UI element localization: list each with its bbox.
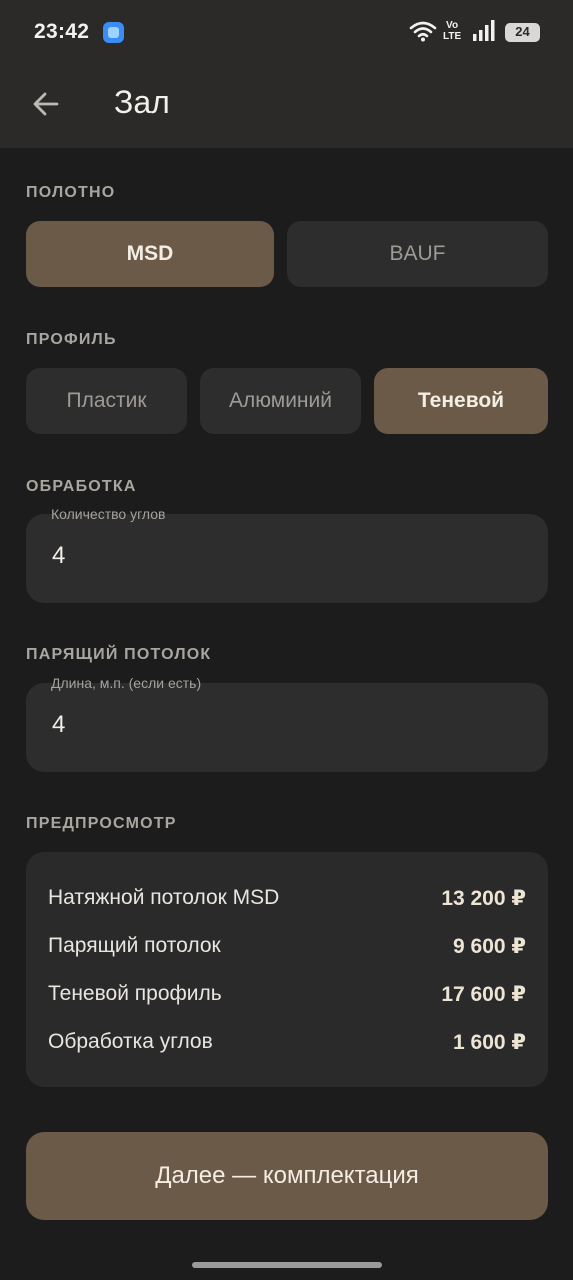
profile-option-plastic[interactable]: Пластик [26, 368, 187, 434]
status-bar: 23:42 Vo LTE 24 [0, 0, 573, 64]
back-button[interactable] [26, 84, 66, 124]
corners-count-value: 4 [52, 542, 66, 569]
preview-item-price: 1 600 ₽ [453, 1030, 526, 1054]
preview-item-price: 9 600 ₽ [453, 934, 526, 958]
screen: 23:42 Vo LTE 24 Зал ПОЛОТНО MSD BAUF ПРО… [0, 0, 573, 1280]
profile-option-aluminium[interactable]: Алюминий [200, 368, 361, 434]
app-notification-icon [103, 22, 124, 43]
preview-item-price: 17 600 ₽ [441, 982, 526, 1006]
page-title: Зал [114, 84, 170, 120]
canvas-option-bauf[interactable]: BAUF [287, 221, 548, 287]
corners-count-label: Количество углов [51, 506, 166, 522]
preview-row: Обработка углов 1 600 ₽ [48, 1027, 526, 1057]
status-time: 23:42 [34, 20, 90, 43]
floating-length-label: Длина, м.п. (если есть) [51, 675, 202, 691]
preview-item-name: Парящий потолок [48, 934, 221, 957]
section-label-preview: ПРЕДПРОСМОТР [26, 815, 177, 832]
preview-card: Натяжной потолок MSD 13 200 ₽ Парящий по… [26, 852, 548, 1087]
section-label-floating: ПАРЯЩИЙ ПОТОЛОК [26, 646, 212, 663]
signal-icon [473, 20, 495, 41]
preview-row: Теневой профиль 17 600 ₽ [48, 979, 526, 1009]
preview-item-price: 13 200 ₽ [441, 886, 526, 910]
next-button[interactable]: Далее — комплектация [26, 1132, 548, 1220]
profile-option-shadow[interactable]: Теневой [374, 368, 548, 434]
arrow-left-icon [33, 92, 59, 116]
battery-level: 24 [515, 24, 530, 39]
home-indicator[interactable] [192, 1262, 382, 1268]
corners-count-field[interactable]: 4 [26, 514, 548, 603]
preview-item-name: Теневой профиль [48, 982, 222, 1005]
floating-length-value: 4 [52, 711, 66, 738]
floating-length-field[interactable]: 4 [26, 683, 548, 772]
preview-row: Парящий потолок 9 600 ₽ [48, 931, 526, 961]
volte-indicator: Vo LTE [443, 20, 462, 42]
preview-row: Натяжной потолок MSD 13 200 ₽ [48, 883, 526, 913]
wifi-icon [409, 21, 437, 42]
battery-icon: 24 [505, 23, 540, 42]
section-label-processing: ОБРАБОТКА [26, 478, 137, 495]
top-bar: 23:42 Vo LTE 24 Зал [0, 0, 573, 148]
section-label-profile: ПРОФИЛЬ [26, 331, 117, 348]
canvas-option-msd[interactable]: MSD [26, 221, 274, 287]
preview-item-name: Обработка углов [48, 1030, 213, 1053]
section-label-canvas: ПОЛОТНО [26, 184, 116, 201]
preview-item-name: Натяжной потолок MSD [48, 886, 280, 909]
